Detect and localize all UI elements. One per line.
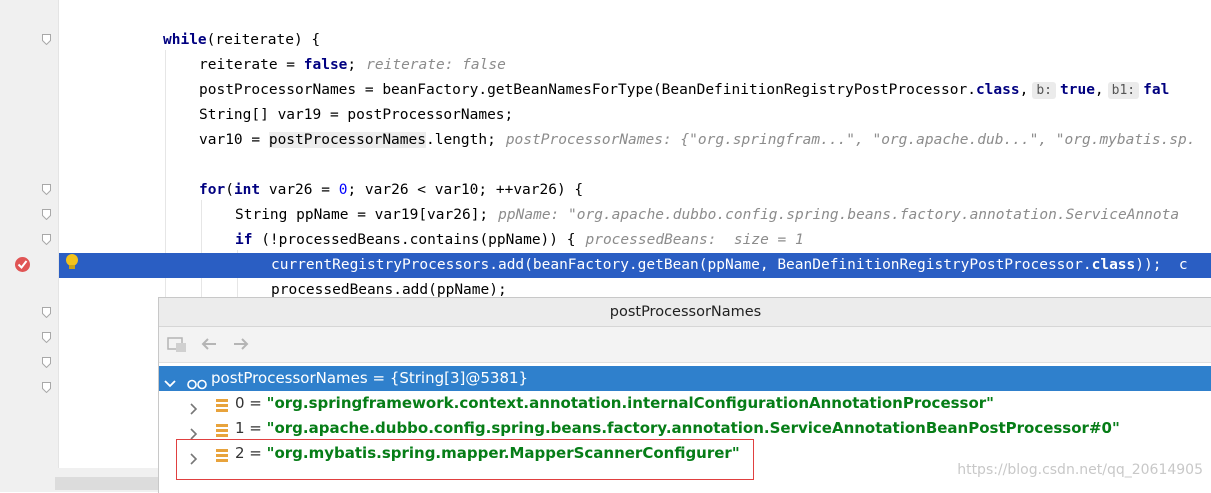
code-text: postProcessorNames = beanFactory.getBean… <box>199 78 1169 103</box>
code-line[interactable]: for(int var26 = 0; var26 < var10; ++var2… <box>59 178 1211 203</box>
code-token: processedBeans.add(ppName); <box>271 282 507 298</box>
code-token: postProcessorNames = beanFactory.getBean… <box>199 82 976 98</box>
code-token: String[] var19 = postProcessorNames; <box>199 107 514 123</box>
code-text: String[] var19 = postProcessorNames; <box>199 103 513 128</box>
code-token: var10 = <box>199 132 269 148</box>
code-token: .length; <box>425 132 496 148</box>
code-token: ( <box>225 182 234 198</box>
chevron-right-icon[interactable] <box>189 398 199 415</box>
editor-gutter[interactable] <box>0 0 58 492</box>
execution-point-line[interactable]: currentRegistryProcessors.add(beanFactor… <box>59 253 1211 278</box>
fold-marker-icon[interactable] <box>42 382 51 393</box>
inline-debug-value: reiterate: false <box>366 57 506 73</box>
code-token: var26 = <box>260 182 339 198</box>
code-token: false <box>303 57 348 73</box>
code-line[interactable]: postProcessorNames = beanFactory.getBean… <box>59 78 1211 103</box>
code-line[interactable]: reiterate = false; reiterate: false <box>59 53 1211 78</box>
code-token: , <box>1019 82 1029 98</box>
code-token: if <box>235 232 253 248</box>
scrollbar-thumb[interactable] <box>55 477 158 490</box>
code-text: currentRegistryProcessors.add(beanFactor… <box>271 253 1188 278</box>
fold-marker-icon[interactable] <box>42 357 51 368</box>
inline-debug-value: postProcessorNames: {"org.springfram..."… <box>505 132 1196 148</box>
code-line[interactable]: String ppName = var19[var26]; ppName: "or… <box>59 203 1211 228</box>
lightbulb-icon[interactable] <box>64 253 80 271</box>
code-token: true <box>1060 82 1095 98</box>
array-element-icon <box>215 421 229 437</box>
code-text: while(reiterate) { <box>163 28 320 53</box>
code-token: while <box>163 32 207 48</box>
breakpoint-icon[interactable] <box>14 256 31 273</box>
code-editor[interactable]: while(reiterate) {reiterate = false; reit… <box>59 0 1211 300</box>
code-token: fal <box>1143 82 1170 98</box>
fold-marker-icon[interactable] <box>42 307 51 318</box>
watch-glasses-icon <box>187 373 207 390</box>
fold-marker-icon[interactable] <box>42 209 51 220</box>
code-token: currentRegistryProcessors.add(beanFactor… <box>271 257 1092 273</box>
code-text: String ppName = var19[var26]; ppName: "or… <box>235 203 1179 228</box>
code-token: for <box>199 182 226 198</box>
code-text: if (!processedBeans.contains(ppName)) { p… <box>235 228 804 253</box>
tree-root-row[interactable]: postProcessorNames = {String[3]@5381} <box>159 366 1211 391</box>
code-token: class <box>975 82 1020 98</box>
code-token: , <box>1094 82 1104 98</box>
inline-debug-value: ppName: "org.apache.dubbo.config.spring.… <box>498 207 1180 223</box>
code-line[interactable]: String[] var19 = postProcessorNames; <box>59 103 1211 128</box>
code-token: (reiterate) { <box>206 32 321 48</box>
array-element-icon <box>215 396 229 412</box>
fold-marker-icon[interactable] <box>42 34 51 45</box>
popup-toolbar <box>159 327 1211 363</box>
parameter-hint: b1: <box>1107 82 1140 99</box>
code-token: class <box>1091 257 1136 273</box>
code-token: String ppName = var19[var26]; <box>235 207 489 223</box>
watermark-text: https://blog.csdn.net/qq_20614905 <box>957 462 1203 478</box>
inline-debug-value: processedBeans: size = 1 <box>585 232 804 248</box>
tree-item-row[interactable]: 0 = "org.springframework.context.annotat… <box>159 391 1211 416</box>
code-token: postProcessorNames <box>268 132 426 148</box>
code-text: reiterate = false; reiterate: false <box>199 53 506 78</box>
code-line[interactable] <box>59 153 1211 178</box>
tree-item-label: 0 = "org.springframework.context.annotat… <box>235 394 994 412</box>
chevron-down-icon[interactable] <box>164 372 176 388</box>
tree-item-label: 1 = "org.apache.dubbo.config.spring.bean… <box>235 419 1120 437</box>
chevron-right-icon[interactable] <box>189 423 199 440</box>
code-token: int <box>233 182 261 198</box>
back-arrow-icon[interactable] <box>199 335 219 353</box>
fold-marker-icon[interactable] <box>42 234 51 245</box>
parameter-hint: b: <box>1032 82 1056 99</box>
code-line[interactable]: var10 = postProcessorNames.length; postPr… <box>59 128 1211 153</box>
evaluate-in-console-icon[interactable] <box>167 335 187 353</box>
code-text: var10 = postProcessorNames.length; postPr… <box>199 128 1195 153</box>
code-text: for(int var26 = 0; var26 < var10; ++var2… <box>199 178 583 203</box>
code-token: (!processedBeans.contains(ppName)) { <box>252 232 576 248</box>
annotation-highlight-box <box>176 439 754 480</box>
code-token: )); c <box>1135 257 1188 273</box>
tree-item-row[interactable]: 1 = "org.apache.dubbo.config.spring.bean… <box>159 416 1211 441</box>
code-line[interactable]: while(reiterate) { <box>59 28 1211 53</box>
forward-arrow-icon[interactable] <box>231 335 251 353</box>
code-line[interactable]: if (!processedBeans.contains(ppName)) { p… <box>59 228 1211 253</box>
code-token: ; <box>347 57 357 73</box>
tree-root-label: postProcessorNames = {String[3]@5381} <box>211 369 529 387</box>
popup-title: postProcessorNames <box>159 298 1211 327</box>
code-token: reiterate = <box>199 57 304 73</box>
fold-marker-icon[interactable] <box>42 184 51 195</box>
code-token: ; var26 < var10; ++var26) { <box>347 182 584 198</box>
fold-marker-icon[interactable] <box>42 332 51 343</box>
